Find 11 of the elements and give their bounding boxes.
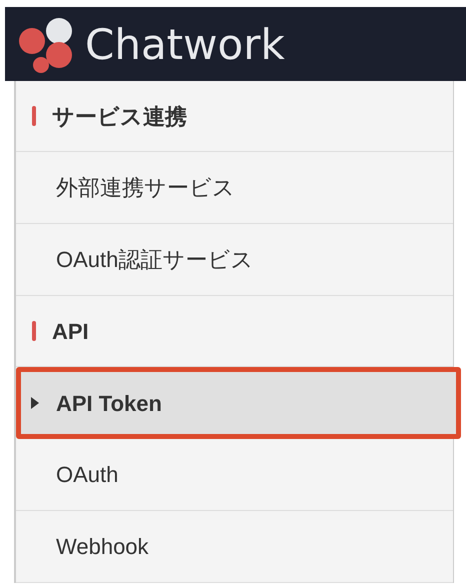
menu-item[interactable]: Webhook — [16, 511, 453, 582]
section-heading: サービス連携 — [52, 102, 187, 130]
menu-item[interactable]: API Token — [16, 367, 461, 439]
logo-text: Chatwork — [85, 18, 285, 70]
menu-item[interactable]: OAuth — [16, 439, 453, 510]
menu-item[interactable]: 外部連携サービス — [16, 152, 453, 223]
accent-bar — [32, 106, 36, 126]
caret-icon — [31, 397, 39, 409]
section-heading: API — [52, 318, 89, 346]
menu-item[interactable]: OAuth認証サービス — [16, 224, 453, 295]
accent-bar — [32, 321, 36, 341]
